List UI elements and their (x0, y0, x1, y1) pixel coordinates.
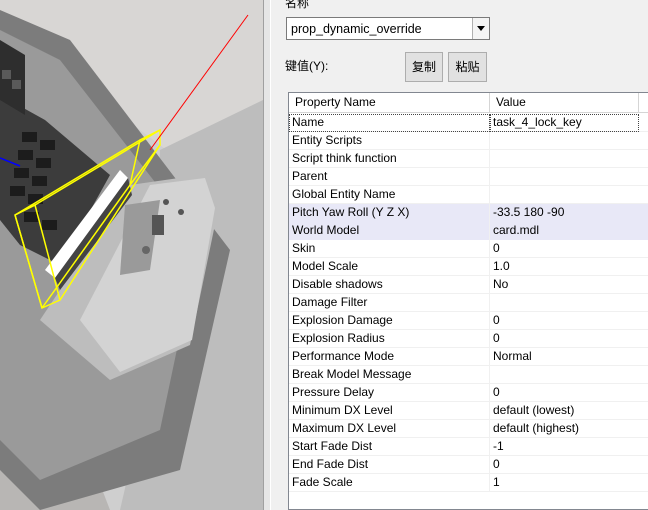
property-name: Pressure Delay (289, 384, 490, 402)
property-value[interactable]: 0 (490, 384, 639, 402)
property-name: Fade Scale (289, 474, 490, 492)
property-value[interactable]: -33.5 180 -90 (490, 204, 639, 222)
property-name: Damage Filter (289, 294, 490, 312)
table-row[interactable]: Fade Scale 1 (289, 474, 648, 492)
property-value[interactable]: Normal (490, 348, 639, 366)
column-header-value[interactable]: Value (490, 93, 639, 113)
property-value[interactable] (490, 150, 639, 168)
property-name: Pitch Yaw Roll (Y Z X) (289, 204, 490, 222)
property-name: Minimum DX Level (289, 402, 490, 420)
table-row[interactable]: Pressure Delay 0 (289, 384, 648, 402)
table-row[interactable]: Disable shadows No (289, 276, 648, 294)
property-name: Performance Mode (289, 348, 490, 366)
3d-viewport[interactable] (0, 0, 263, 510)
property-value[interactable] (490, 294, 639, 312)
property-value[interactable]: No (490, 276, 639, 294)
property-name: Explosion Damage (289, 312, 490, 330)
property-name: World Model (289, 222, 490, 240)
table-row[interactable]: Minimum DX Level default (lowest) (289, 402, 648, 420)
property-value[interactable]: default (lowest) (490, 402, 639, 420)
property-value[interactable] (490, 132, 639, 150)
table-row[interactable]: Explosion Damage 0 (289, 312, 648, 330)
property-value[interactable]: 1.0 (490, 258, 639, 276)
table-row[interactable]: Performance Mode Normal (289, 348, 648, 366)
property-name: Global Entity Name (289, 186, 490, 204)
property-name: Skin (289, 240, 490, 258)
grid-rows: Name task_4_lock_key Entity Scripts Scrip… (289, 114, 648, 492)
table-row[interactable]: Model Scale 1.0 (289, 258, 648, 276)
table-row[interactable]: Damage Filter (289, 294, 648, 312)
property-name: Explosion Radius (289, 330, 490, 348)
property-name: Disable shadows (289, 276, 490, 294)
property-value[interactable]: 1 (490, 474, 639, 492)
property-value[interactable]: card.mdl (490, 222, 639, 240)
table-row[interactable]: Name task_4_lock_key (289, 114, 648, 132)
paste-button[interactable]: 粘贴 (448, 52, 487, 82)
property-value[interactable]: 0 (490, 240, 639, 258)
class-label: 名称 (285, 0, 310, 10)
property-name: Start Fade Dist (289, 438, 490, 456)
property-value[interactable]: 0 (490, 456, 639, 474)
table-row[interactable]: Script think function (289, 150, 648, 168)
object-properties-panel: 名称 prop_dynamic_override 键值(Y): 复制 粘贴 Pr… (271, 0, 648, 510)
table-row[interactable]: Global Entity Name (289, 186, 648, 204)
table-row[interactable]: Skin 0 (289, 240, 648, 258)
property-value[interactable]: 0 (490, 330, 639, 348)
grid-header: Property Name Value (289, 93, 648, 113)
property-value[interactable]: default (highest) (490, 420, 639, 438)
panel-splitter[interactable] (263, 0, 271, 510)
property-name: Maximum DX Level (289, 420, 490, 438)
property-value[interactable]: task_4_lock_key (490, 114, 639, 132)
table-row[interactable]: End Fade Dist 0 (289, 456, 648, 474)
property-value[interactable] (490, 168, 639, 186)
copy-button[interactable]: 复制 (405, 52, 443, 82)
viewport-scene (0, 0, 263, 510)
property-value[interactable]: -1 (490, 438, 639, 456)
table-row[interactable]: Pitch Yaw Roll (Y Z X) -33.5 180 -90 (289, 204, 648, 222)
property-name: Entity Scripts (289, 132, 490, 150)
table-row[interactable]: Parent (289, 168, 648, 186)
table-row[interactable]: Entity Scripts (289, 132, 648, 150)
property-value[interactable] (490, 186, 639, 204)
chevron-down-icon[interactable] (472, 18, 489, 39)
class-dropdown[interactable]: prop_dynamic_override (286, 17, 490, 40)
property-name: Model Scale (289, 258, 490, 276)
table-row[interactable]: World Model card.mdl (289, 222, 648, 240)
table-row[interactable]: Start Fade Dist -1 (289, 438, 648, 456)
keyvalues-label: 键值(Y): (285, 59, 329, 73)
table-row[interactable]: Maximum DX Level default (highest) (289, 420, 648, 438)
column-header-property-name[interactable]: Property Name (289, 93, 490, 113)
table-row[interactable]: Explosion Radius 0 (289, 330, 648, 348)
property-name: End Fade Dist (289, 456, 490, 474)
property-name: Parent (289, 168, 490, 186)
table-row[interactable]: Break Model Message (289, 366, 648, 384)
property-grid: Property Name Value Name task_4_lock_key … (288, 92, 648, 510)
class-dropdown-value: prop_dynamic_override (291, 22, 422, 36)
property-value[interactable] (490, 366, 639, 384)
property-name: Break Model Message (289, 366, 490, 384)
property-value[interactable]: 0 (490, 312, 639, 330)
property-name: Script think function (289, 150, 490, 168)
property-name: Name (289, 114, 490, 132)
